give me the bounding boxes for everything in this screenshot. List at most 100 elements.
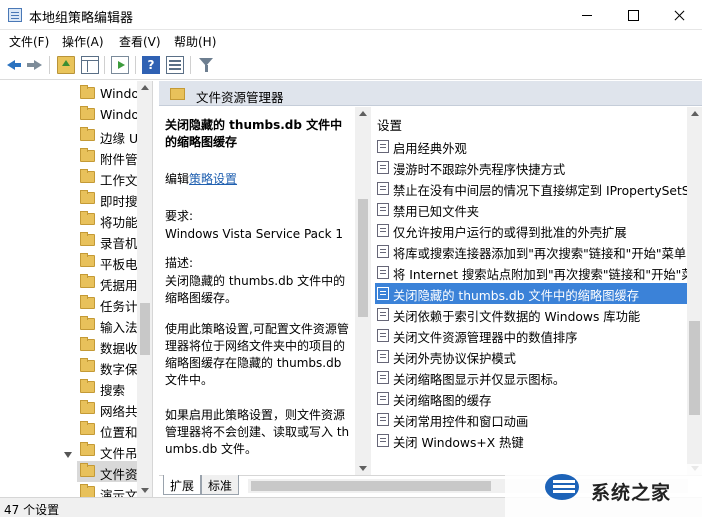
requirements-label: 要求: — [165, 209, 194, 223]
list-item[interactable]: 关闭常用控件和窗口动画 — [375, 409, 687, 430]
tree-item[interactable]: 凭据用 — [77, 272, 137, 293]
scroll-down-icon[interactable] — [141, 488, 149, 493]
scroll-up-icon[interactable] — [359, 111, 367, 116]
close-button[interactable] — [656, 0, 702, 30]
tree-item[interactable]: 任务计 — [77, 293, 137, 314]
tab-extended[interactable]: 扩展 — [163, 475, 202, 495]
list-item[interactable]: 关闭外壳协议保护模式 — [375, 346, 687, 367]
expand-chevron-icon[interactable] — [64, 452, 72, 460]
list-item[interactable]: 关闭依赖于索引文件数据的 Windows 库功能 — [375, 304, 687, 325]
folder-icon — [80, 106, 95, 120]
description-scrollbar[interactable] — [355, 107, 371, 475]
toolbar-separator — [104, 56, 105, 74]
list-item[interactable]: 关闭缩略图显示并仅显示图标。 — [375, 367, 687, 388]
list-item[interactable]: 关闭 Windows+X 热键 — [375, 430, 687, 451]
folder-icon — [80, 85, 95, 99]
watermark-logo-icon — [539, 468, 585, 508]
tree-item[interactable]: 数据收 — [77, 335, 137, 356]
tree-item[interactable]: 将功能 — [77, 209, 137, 230]
tree-item[interactable]: 即时搜 — [77, 188, 137, 209]
description-paragraph-1: 使用此策略设置,可配置文件资源管理器将位于网络文件夹中的项目的缩略图缓存在隐藏的… — [165, 322, 349, 387]
list-item[interactable]: 将 Internet 搜索站点附加到"再次搜索"链接和"开始"菜 — [375, 262, 687, 283]
maximize-button[interactable] — [610, 0, 656, 30]
scroll-thumb[interactable] — [251, 481, 491, 491]
list-item-selected[interactable]: 关闭隐藏的 thumbs.db 文件中的缩略图缓存 — [375, 283, 687, 304]
folder-icon — [80, 232, 95, 246]
scroll-thumb[interactable] — [689, 321, 700, 415]
list-item[interactable]: 禁止在没有中间层的情况下直接绑定到 IPropertySetSt — [375, 178, 687, 199]
settings-column-header[interactable]: 设置 — [377, 115, 402, 134]
scroll-down-icon[interactable] — [359, 466, 367, 471]
minimize-button[interactable] — [564, 0, 610, 30]
export-list-icon[interactable] — [111, 56, 129, 74]
scroll-up-icon[interactable] — [141, 85, 149, 90]
help-icon[interactable]: ? — [142, 56, 160, 74]
toolbar-separator — [190, 56, 191, 74]
edit-policy-line: 编辑策略设置 — [165, 171, 350, 188]
menu-help[interactable]: 帮助(H) — [174, 33, 216, 50]
tree-item[interactable]: Windo — [77, 83, 137, 104]
tree-item[interactable]: Windo — [77, 104, 137, 125]
menu-view[interactable]: 查看(V) — [119, 33, 161, 50]
tree-item[interactable]: 录音机 — [77, 230, 137, 251]
pane-header: 文件资源管理器 — [159, 81, 702, 106]
policy-setting-icon — [377, 371, 389, 384]
policy-setting-icon — [377, 224, 389, 237]
properties-icon[interactable] — [166, 56, 184, 74]
tree-item[interactable]: 平板电 — [77, 251, 137, 272]
tree-item[interactable]: 工作文 — [77, 167, 137, 188]
edit-prefix: 编辑 — [165, 172, 190, 186]
tab-standard[interactable]: 标准 — [201, 475, 240, 495]
tree-item[interactable]: 边缘 U — [77, 125, 137, 146]
policy-setting-icon — [377, 287, 389, 300]
forward-arrow-icon[interactable] — [25, 56, 43, 74]
list-item[interactable]: 漫游时不跟踪外壳程序快捷方式 — [375, 157, 687, 178]
pane-title: 文件资源管理器 — [196, 90, 284, 105]
settings-scrollbar[interactable] — [687, 107, 702, 475]
policy-setting-icon — [377, 245, 389, 258]
toolbar: ? — [0, 51, 702, 80]
filter-icon[interactable] — [197, 56, 215, 74]
list-item[interactable]: 启用经典外观 — [375, 136, 687, 157]
scroll-up-icon[interactable] — [691, 111, 699, 116]
tree-scrollbar[interactable] — [137, 81, 152, 497]
tree-item[interactable]: 文件吊 — [77, 440, 137, 461]
folder-icon — [80, 211, 95, 225]
tree-item[interactable]: 搜索 — [77, 377, 137, 398]
scroll-thumb[interactable] — [358, 199, 368, 317]
tree-item[interactable]: 输入法 — [77, 314, 137, 335]
policy-editor-icon — [8, 8, 22, 22]
tree-item[interactable]: 附件管 — [77, 146, 137, 167]
toolbar-separator — [135, 56, 136, 74]
list-item[interactable]: 禁用已知文件夹 — [375, 199, 687, 220]
list-item[interactable]: 将库或搜索连接器添加到"再次搜索"链接和"开始"菜单 — [375, 241, 687, 262]
policy-setting-icon — [377, 413, 389, 426]
folder-icon — [80, 484, 95, 497]
watermark-text: 系统之家 — [591, 482, 672, 504]
list-item[interactable]: 仅允许按用户运行的或得到批准的外壳扩展 — [375, 220, 687, 241]
policy-setting-icon — [377, 161, 389, 174]
list-item[interactable]: 关闭缩略图的缓存 — [375, 388, 687, 409]
up-folder-icon[interactable] — [57, 56, 75, 74]
show-hide-tree-icon[interactable] — [81, 56, 99, 74]
toolbar-separator — [49, 56, 50, 74]
folder-icon — [80, 442, 95, 456]
back-arrow-icon[interactable] — [5, 56, 23, 74]
tree-item-selected[interactable]: 文件资 — [77, 461, 137, 482]
description-paragraph-2: 如果启用此策略设置，则文件资源管理器将不会创建、读取或写入 thumbs.db … — [165, 408, 350, 456]
folder-icon — [80, 379, 95, 393]
edit-policy-link[interactable]: 策略设置 — [189, 172, 237, 186]
folder-icon — [80, 169, 95, 183]
scroll-thumb[interactable] — [140, 303, 150, 355]
menu-file[interactable]: 文件(F) — [9, 33, 49, 50]
tree-item[interactable]: 位置和 — [77, 419, 137, 440]
menu-bar: 文件(F) 操作(A) 查看(V) 帮助(H) — [0, 30, 702, 51]
folder-icon — [80, 190, 95, 204]
tree-item[interactable]: 数字保 — [77, 356, 137, 377]
list-item[interactable]: 关闭文件资源管理器中的数值排序 — [375, 325, 687, 346]
tree-item[interactable]: 网络共 — [77, 398, 137, 419]
folder-icon — [80, 421, 95, 435]
tree-item[interactable]: 演示文 — [77, 482, 137, 497]
menu-action[interactable]: 操作(A) — [62, 33, 104, 50]
folder-icon — [80, 400, 95, 414]
